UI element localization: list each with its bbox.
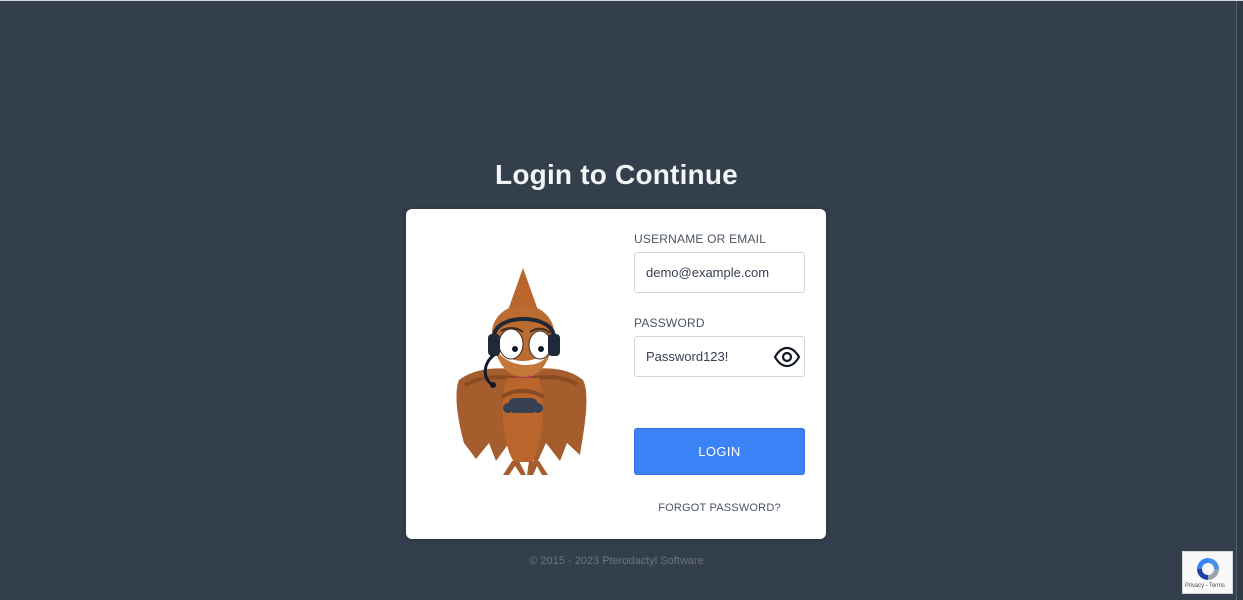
- username-label: USERNAME OR EMAIL: [634, 232, 767, 246]
- eye-icon[interactable]: [773, 345, 801, 369]
- pterodactyl-mascot-illustration: [456, 268, 587, 475]
- recaptcha-icon: [1197, 558, 1219, 580]
- page-title: Login to Continue: [495, 159, 738, 190]
- copyright-footer: © 2015 - 2023 Pterodactyl Software: [529, 555, 704, 567]
- password-label: PASSWORD: [634, 316, 705, 330]
- username-email-value[interactable]: demo@example.com: [646, 265, 769, 280]
- forgot-password-link[interactable]: FORGOT PASSWORD?: [634, 502, 805, 514]
- username-email-field[interactable]: demo@example.com: [634, 252, 805, 293]
- login-card: USERNAME OR EMAIL demo@example.com PASSW…: [406, 209, 826, 539]
- scrollbar[interactable]: [1236, 1, 1243, 600]
- password-value[interactable]: Password123!: [646, 349, 728, 364]
- recaptcha-links: Privacy - Terms: [1185, 583, 1225, 589]
- login-page: Login to Continue USERNAME OR EMAIL demo…: [0, 0, 1243, 600]
- recaptcha-terms-link[interactable]: Terms: [1209, 583, 1225, 589]
- login-button[interactable]: LOGIN: [634, 428, 805, 475]
- recaptcha-privacy-link[interactable]: Privacy: [1185, 583, 1204, 589]
- password-field[interactable]: Password123!: [634, 336, 805, 377]
- recaptcha-badge[interactable]: Privacy - Terms: [1182, 551, 1233, 594]
